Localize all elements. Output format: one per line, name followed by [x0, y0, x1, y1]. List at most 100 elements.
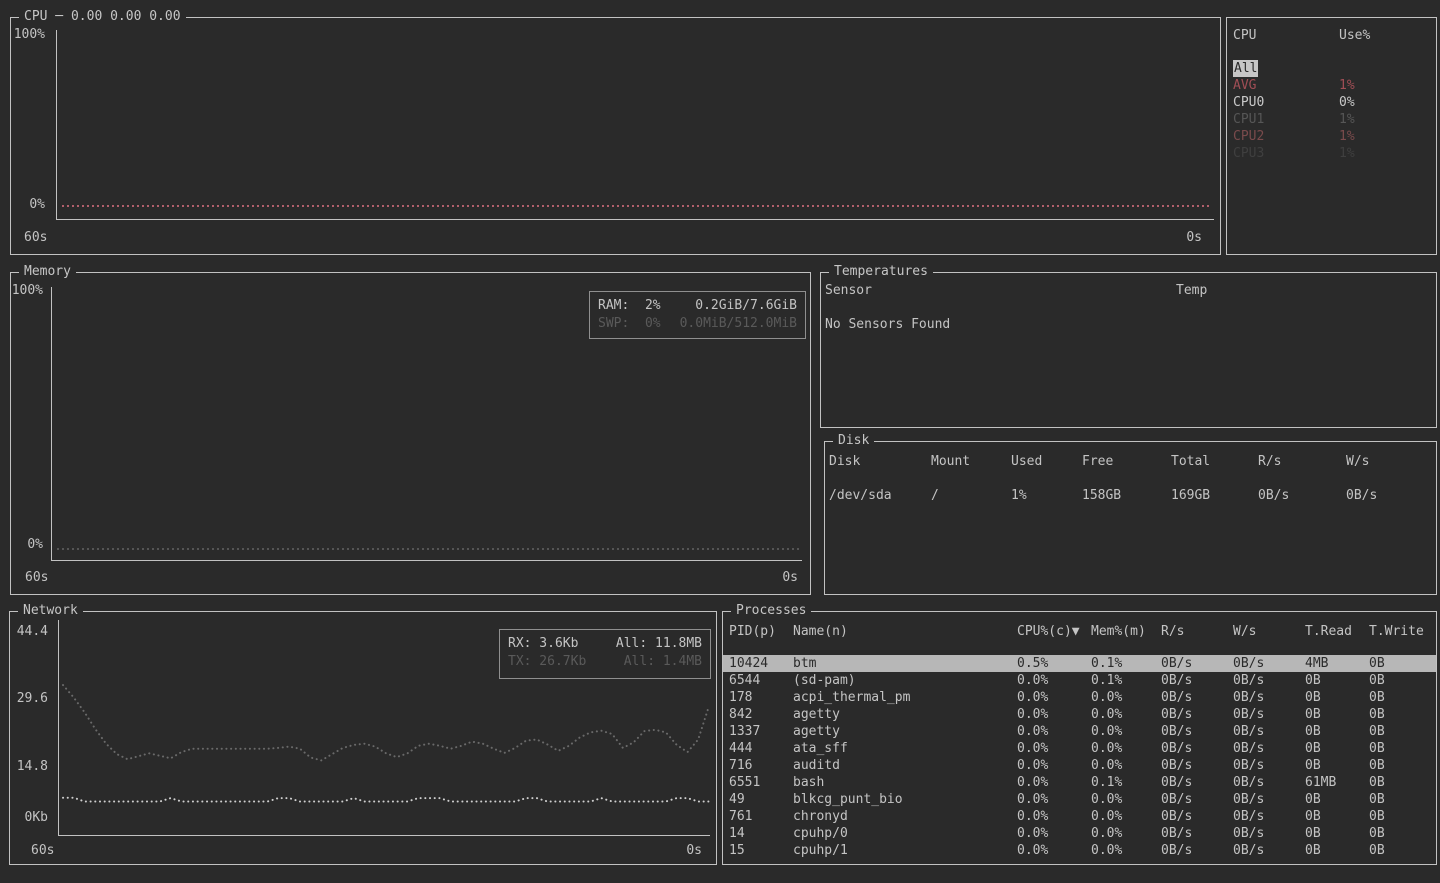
memory-legend-ram-row: RAM: 2% 0.2GiB/7.6GiB — [598, 297, 797, 315]
proc-cell-name: auditd — [793, 757, 1017, 774]
proc-cell-pid: 6551 — [729, 774, 793, 791]
proc-header-rps[interactable]: R/s — [1161, 623, 1233, 640]
process-row[interactable]: 15cpuhp/10.0%0.0%0B/s0B/s0B0B — [723, 842, 1436, 859]
proc-cell-mem: 0.0% — [1091, 808, 1161, 825]
proc-cell-tread: 4MB — [1305, 655, 1369, 672]
cpu-entry-usage: 1% — [1337, 111, 1436, 128]
cpu-legend-row-cpu2[interactable]: CPU21% — [1227, 128, 1436, 145]
memory-ram-usage-line — [57, 548, 800, 550]
proc-cell-rps: 0B/s — [1161, 706, 1233, 723]
proc-cell-twrite: 0B — [1369, 672, 1436, 689]
process-row[interactable]: 761chronyd0.0%0.0%0B/s0B/s0B0B — [723, 808, 1436, 825]
swap-usage-value: 0.0MiB/512.0MiB — [680, 315, 797, 333]
disk-total: 169GB — [1171, 487, 1258, 504]
proc-cell-wps: 0B/s — [1233, 740, 1305, 757]
proc-header-wps[interactable]: W/s — [1233, 623, 1305, 640]
proc-cell-twrite: 0B — [1369, 689, 1436, 706]
proc-cell-mem: 0.0% — [1091, 689, 1161, 706]
process-row[interactable]: 444ata_sff0.0%0.0%0B/s0B/s0B0B — [723, 740, 1436, 757]
proc-cell-pid: 1337 — [729, 723, 793, 740]
process-row[interactable]: 842agetty0.0%0.0%0B/s0B/s0B0B — [723, 706, 1436, 723]
memory-legend-box: RAM: 2% 0.2GiB/7.6GiB SWP: 0% 0.0MiB/512… — [589, 291, 806, 339]
disk-widget[interactable]: Disk DiskMountUsedFreeTotalR/sW/s /dev/s… — [824, 441, 1437, 595]
disk-header-mount[interactable]: Mount — [931, 453, 1011, 470]
proc-cell-rps: 0B/s — [1161, 825, 1233, 842]
proc-cell-mem: 0.0% — [1091, 825, 1161, 842]
proc-cell-cpu: 0.0% — [1017, 757, 1091, 774]
proc-header-tread[interactable]: T.Read — [1305, 623, 1369, 640]
cpu-legend-row-cpu3[interactable]: CPU31% — [1227, 145, 1436, 162]
proc-cell-cpu: 0.0% — [1017, 672, 1091, 689]
cpu-legend-row-avg[interactable]: AVG1% — [1227, 77, 1436, 94]
cpu-legend-row-all[interactable]: All — [1227, 60, 1436, 77]
proc-cell-wps: 0B/s — [1233, 791, 1305, 808]
proc-header-pid[interactable]: PID(p) — [729, 623, 793, 640]
temperatures-widget[interactable]: Temperatures Sensor Temp No Sensors Foun… — [820, 272, 1437, 428]
cpu-entry-label: CPU3 — [1233, 146, 1264, 161]
proc-cell-name: bash — [793, 774, 1017, 791]
cpu-legend-widget[interactable]: CPU Use% AllAVG1%CPU00%CPU11%CPU21%CPU31… — [1226, 17, 1437, 255]
proc-cell-name: acpi_thermal_pm — [793, 689, 1017, 706]
proc-cell-pid: 6544 — [729, 672, 793, 689]
network-widget[interactable]: Network 44.429.614.80Kb 60s 0s RX: 3.6Kb… — [9, 611, 717, 865]
proc-cell-rps: 0B/s — [1161, 689, 1233, 706]
proc-cell-name: agetty — [793, 723, 1017, 740]
proc-header-name[interactable]: Name(n) — [793, 623, 1017, 640]
process-row[interactable]: 6551bash0.0%0.1%0B/s0B/s61MB0B — [723, 774, 1436, 791]
network-x-left-label: 60s — [31, 843, 54, 858]
proc-cell-pid: 10424 — [729, 655, 793, 672]
process-row[interactable]: 6544(sd-pam)0.0%0.1%0B/s0B/s0B0B — [723, 672, 1436, 689]
cpu-legend-row-cpu0[interactable]: CPU00% — [1227, 94, 1436, 111]
memory-legend-swp-row: SWP: 0% 0.0MiB/512.0MiB — [598, 315, 797, 333]
proc-cell-twrite: 0B — [1369, 723, 1436, 740]
process-row[interactable]: 178acpi_thermal_pm0.0%0.0%0B/s0B/s0B0B — [723, 689, 1436, 706]
cpu-widget[interactable]: CPU ─ 0.00 0.00 0.00 100% 0% 60s 0s — [10, 17, 1221, 255]
process-row[interactable]: 1337agetty0.0%0.0%0B/s0B/s0B0B — [723, 723, 1436, 740]
ram-usage-label: RAM: 2% — [598, 297, 661, 315]
disk-header-free[interactable]: Free — [1082, 453, 1171, 470]
process-row[interactable]: 10424btm0.5%0.1%0B/s0B/s4MB0B — [723, 655, 1436, 672]
proc-cell-mem: 0.0% — [1091, 757, 1161, 774]
disk-header-rs[interactable]: R/s — [1258, 453, 1346, 470]
proc-cell-name: btm — [793, 655, 1017, 672]
sort-desc-icon: ▼ — [1072, 624, 1080, 639]
proc-cell-name: ata_sff — [793, 740, 1017, 757]
proc-cell-rps: 0B/s — [1161, 740, 1233, 757]
disk-header-ws[interactable]: W/s — [1346, 453, 1436, 470]
cpu-entry-label: CPU0 — [1233, 95, 1264, 110]
proc-header-mem[interactable]: Mem%(m) — [1091, 623, 1161, 640]
memory-widget[interactable]: Memory 100% 0% 60s 0s RAM: 2% 0.2GiB/7.6… — [10, 272, 811, 595]
proc-header-twrite[interactable]: T.Write — [1369, 623, 1436, 640]
proc-cell-mem: 0.1% — [1091, 655, 1161, 672]
network-rx-line — [63, 798, 709, 802]
cpu-legend-row-cpu1[interactable]: CPU1 1% — [1227, 111, 1436, 128]
proc-cell-twrite: 0B — [1369, 655, 1436, 672]
disk-header-used[interactable]: Used — [1011, 453, 1082, 470]
process-row[interactable]: 716auditd0.0%0.0%0B/s0B/s0B0B — [723, 757, 1436, 774]
proc-cell-name: blkcg_punt_bio — [793, 791, 1017, 808]
processes-widget[interactable]: Processes PID(p)Name(n)CPU%(c)▼Mem%(m)R/… — [722, 611, 1437, 865]
process-row[interactable]: 14cpuhp/00.0%0.0%0B/s0B/s0B0B — [723, 825, 1436, 842]
proc-cell-tread: 0B — [1305, 842, 1369, 859]
cpu-entry-label: CPU1 — [1233, 112, 1264, 127]
proc-cell-rps: 0B/s — [1161, 791, 1233, 808]
network-panel-title: Network — [18, 603, 83, 618]
memory-x-right-label: 0s — [782, 570, 798, 585]
memory-y-max-label: 100% — [7, 283, 43, 298]
proc-cell-twrite: 0B — [1369, 842, 1436, 859]
rx-rate-value: RX: 3.6Kb — [508, 635, 578, 653]
proc-cell-twrite: 0B — [1369, 740, 1436, 757]
proc-header-cpu[interactable]: CPU%(c)▼ — [1017, 623, 1091, 640]
proc-cell-tread: 0B — [1305, 825, 1369, 842]
disk-header-disk[interactable]: Disk — [829, 453, 931, 470]
proc-cell-tread: 0B — [1305, 723, 1369, 740]
proc-cell-mem: 0.0% — [1091, 723, 1161, 740]
proc-cell-twrite: 0B — [1369, 774, 1436, 791]
network-y-label-14.8: 14.8 — [10, 759, 48, 774]
disk-table-row: /dev/sda/1%158GB169GB0B/s0B/s — [825, 487, 1436, 504]
proc-cell-mem: 0.0% — [1091, 706, 1161, 723]
disk-header-total[interactable]: Total — [1171, 453, 1258, 470]
proc-cell-tread: 0B — [1305, 791, 1369, 808]
process-row[interactable]: 49blkcg_punt_bio0.0%0.0%0B/s0B/s0B0B — [723, 791, 1436, 808]
memory-panel-title: Memory — [19, 264, 76, 279]
